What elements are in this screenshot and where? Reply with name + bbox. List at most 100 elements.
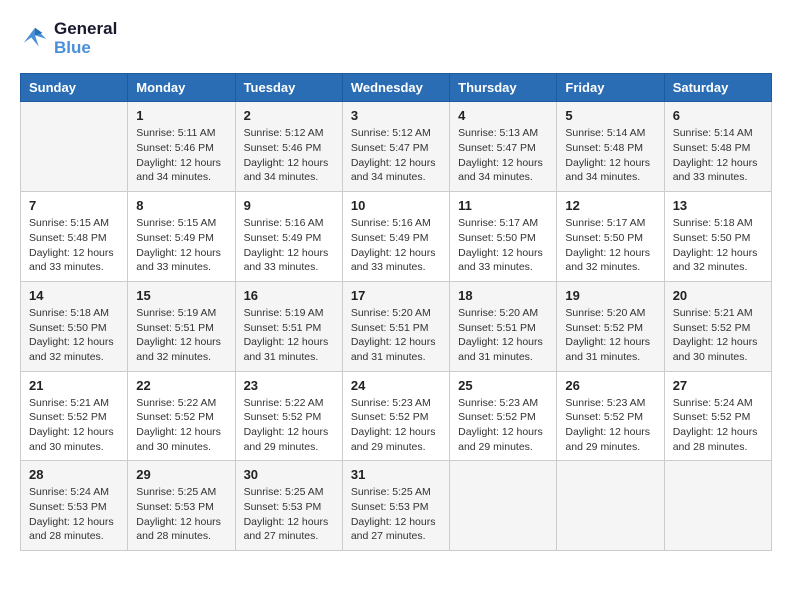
day-info: Sunrise: 5:22 AMSunset: 5:52 PMDaylight:… bbox=[244, 396, 334, 455]
col-header-tuesday: Tuesday bbox=[235, 74, 342, 102]
calendar-cell: 29Sunrise: 5:25 AMSunset: 5:53 PMDayligh… bbox=[128, 461, 235, 551]
calendar-cell: 21 Sunrise: 5:21 AMSunset: 5:52 PMDayligh… bbox=[21, 371, 128, 461]
day-info: Sunrise: 5:21 AMSunset: 5:52 PMDaylight:… bbox=[673, 306, 763, 365]
calendar-cell: 11Sunrise: 5:17 AMSunset: 5:50 PMDayligh… bbox=[450, 192, 557, 282]
day-number: 25 bbox=[458, 378, 548, 393]
calendar-cell: 15 Sunrise: 5:19 AMSunset: 5:51 PMDayligh… bbox=[128, 281, 235, 371]
day-number: 26 bbox=[565, 378, 655, 393]
col-header-saturday: Saturday bbox=[664, 74, 771, 102]
day-number: 17 bbox=[351, 288, 441, 303]
calendar-cell: 14Sunrise: 5:18 AMSunset: 5:50 PMDayligh… bbox=[21, 281, 128, 371]
calendar-cell: 25 Sunrise: 5:23 AMSunset: 5:52 PMDayligh… bbox=[450, 371, 557, 461]
calendar-cell: 10 Sunrise: 5:16 AMSunset: 5:49 PMDayligh… bbox=[342, 192, 449, 282]
day-info: Sunrise: 5:18 AMSunset: 5:50 PMDaylight:… bbox=[673, 216, 763, 275]
day-info: Sunrise: 5:19 AMSunset: 5:51 PMDaylight:… bbox=[136, 306, 226, 365]
calendar-cell: 7 Sunrise: 5:15 AMSunset: 5:48 PMDaylight… bbox=[21, 192, 128, 282]
day-number: 21 bbox=[29, 378, 119, 393]
day-number: 16 bbox=[244, 288, 334, 303]
day-number: 15 bbox=[136, 288, 226, 303]
calendar-body: 1 Sunrise: 5:11 AMSunset: 5:46 PMDaylight… bbox=[21, 102, 772, 551]
calendar-cell bbox=[21, 102, 128, 192]
day-info: Sunrise: 5:19 AMSunset: 5:51 PMDaylight:… bbox=[244, 306, 334, 365]
col-header-friday: Friday bbox=[557, 74, 664, 102]
col-header-thursday: Thursday bbox=[450, 74, 557, 102]
day-info: Sunrise: 5:25 AMSunset: 5:53 PMDaylight:… bbox=[351, 485, 441, 544]
day-number: 5 bbox=[565, 108, 655, 123]
day-info: Sunrise: 5:15 AMSunset: 5:49 PMDaylight:… bbox=[136, 216, 226, 275]
day-info: Sunrise: 5:24 AMSunset: 5:52 PMDaylight:… bbox=[673, 396, 763, 455]
day-info: Sunrise: 5:14 AMSunset: 5:48 PMDaylight:… bbox=[673, 126, 763, 185]
day-info: Sunrise: 5:12 AMSunset: 5:46 PMDaylight:… bbox=[244, 126, 334, 185]
day-info: Sunrise: 5:17 AMSunset: 5:50 PMDaylight:… bbox=[565, 216, 655, 275]
day-number: 9 bbox=[244, 198, 334, 213]
day-info: Sunrise: 5:25 AMSunset: 5:53 PMDaylight:… bbox=[136, 485, 226, 544]
calendar-cell: 24 Sunrise: 5:23 AMSunset: 5:52 PMDayligh… bbox=[342, 371, 449, 461]
day-info: Sunrise: 5:16 AMSunset: 5:49 PMDaylight:… bbox=[244, 216, 334, 275]
day-info: Sunrise: 5:25 AMSunset: 5:53 PMDaylight:… bbox=[244, 485, 334, 544]
calendar-cell: 19Sunrise: 5:20 AMSunset: 5:52 PMDayligh… bbox=[557, 281, 664, 371]
logo-text: General Blue bbox=[54, 20, 117, 57]
calendar-cell: 13 Sunrise: 5:18 AMSunset: 5:50 PMDayligh… bbox=[664, 192, 771, 282]
day-info: Sunrise: 5:18 AMSunset: 5:50 PMDaylight:… bbox=[29, 306, 119, 365]
day-info: Sunrise: 5:13 AMSunset: 5:47 PMDaylight:… bbox=[458, 126, 548, 185]
calendar-cell: 17 Sunrise: 5:20 AMSunset: 5:51 PMDayligh… bbox=[342, 281, 449, 371]
calendar-cell: 30 Sunrise: 5:25 AMSunset: 5:53 PMDayligh… bbox=[235, 461, 342, 551]
day-number: 18 bbox=[458, 288, 548, 303]
calendar-cell: 31Sunrise: 5:25 AMSunset: 5:53 PMDayligh… bbox=[342, 461, 449, 551]
calendar-cell bbox=[450, 461, 557, 551]
day-number: 7 bbox=[29, 198, 119, 213]
day-number: 2 bbox=[244, 108, 334, 123]
calendar-cell: 4Sunrise: 5:13 AMSunset: 5:47 PMDaylight… bbox=[450, 102, 557, 192]
day-number: 10 bbox=[351, 198, 441, 213]
day-number: 1 bbox=[136, 108, 226, 123]
day-info: Sunrise: 5:23 AMSunset: 5:52 PMDaylight:… bbox=[458, 396, 548, 455]
calendar-cell: 9 Sunrise: 5:16 AMSunset: 5:49 PMDaylight… bbox=[235, 192, 342, 282]
day-info: Sunrise: 5:15 AMSunset: 5:48 PMDaylight:… bbox=[29, 216, 119, 275]
day-number: 20 bbox=[673, 288, 763, 303]
col-header-monday: Monday bbox=[128, 74, 235, 102]
calendar-cell: 28Sunrise: 5:24 AMSunset: 5:53 PMDayligh… bbox=[21, 461, 128, 551]
calendar-cell: 3 Sunrise: 5:12 AMSunset: 5:47 PMDaylight… bbox=[342, 102, 449, 192]
calendar-cell: 22Sunrise: 5:22 AMSunset: 5:52 PMDayligh… bbox=[128, 371, 235, 461]
calendar-cell: 27Sunrise: 5:24 AMSunset: 5:52 PMDayligh… bbox=[664, 371, 771, 461]
calendar-cell: 23Sunrise: 5:22 AMSunset: 5:52 PMDayligh… bbox=[235, 371, 342, 461]
day-info: Sunrise: 5:22 AMSunset: 5:52 PMDaylight:… bbox=[136, 396, 226, 455]
calendar-cell: 18 Sunrise: 5:20 AMSunset: 5:51 PMDayligh… bbox=[450, 281, 557, 371]
logo-icon bbox=[20, 24, 50, 54]
logo: General Blue bbox=[20, 20, 117, 57]
day-number: 13 bbox=[673, 198, 763, 213]
calendar-cell: 2 Sunrise: 5:12 AMSunset: 5:46 PMDaylight… bbox=[235, 102, 342, 192]
day-number: 6 bbox=[673, 108, 763, 123]
day-number: 24 bbox=[351, 378, 441, 393]
day-info: Sunrise: 5:20 AMSunset: 5:51 PMDaylight:… bbox=[351, 306, 441, 365]
day-info: Sunrise: 5:14 AMSunset: 5:48 PMDaylight:… bbox=[565, 126, 655, 185]
col-header-sunday: Sunday bbox=[21, 74, 128, 102]
col-header-wednesday: Wednesday bbox=[342, 74, 449, 102]
calendar-cell: 6 Sunrise: 5:14 AMSunset: 5:48 PMDaylight… bbox=[664, 102, 771, 192]
day-info: Sunrise: 5:20 AMSunset: 5:51 PMDaylight:… bbox=[458, 306, 548, 365]
week-row-1: 1 Sunrise: 5:11 AMSunset: 5:46 PMDaylight… bbox=[21, 102, 772, 192]
day-info: Sunrise: 5:11 AMSunset: 5:46 PMDaylight:… bbox=[136, 126, 226, 185]
week-row-2: 7 Sunrise: 5:15 AMSunset: 5:48 PMDaylight… bbox=[21, 192, 772, 282]
week-row-3: 14Sunrise: 5:18 AMSunset: 5:50 PMDayligh… bbox=[21, 281, 772, 371]
day-info: Sunrise: 5:12 AMSunset: 5:47 PMDaylight:… bbox=[351, 126, 441, 185]
header: General Blue bbox=[20, 20, 772, 57]
calendar-header: SundayMondayTuesdayWednesdayThursdayFrid… bbox=[21, 74, 772, 102]
day-info: Sunrise: 5:20 AMSunset: 5:52 PMDaylight:… bbox=[565, 306, 655, 365]
calendar-table: SundayMondayTuesdayWednesdayThursdayFrid… bbox=[20, 73, 772, 551]
calendar-cell: 20 Sunrise: 5:21 AMSunset: 5:52 PMDayligh… bbox=[664, 281, 771, 371]
day-info: Sunrise: 5:16 AMSunset: 5:49 PMDaylight:… bbox=[351, 216, 441, 275]
calendar-cell: 12Sunrise: 5:17 AMSunset: 5:50 PMDayligh… bbox=[557, 192, 664, 282]
day-info: Sunrise: 5:23 AMSunset: 5:52 PMDaylight:… bbox=[565, 396, 655, 455]
day-number: 8 bbox=[136, 198, 226, 213]
day-info: Sunrise: 5:23 AMSunset: 5:52 PMDaylight:… bbox=[351, 396, 441, 455]
day-info: Sunrise: 5:21 AMSunset: 5:52 PMDaylight:… bbox=[29, 396, 119, 455]
day-number: 11 bbox=[458, 198, 548, 213]
calendar-cell: 16 Sunrise: 5:19 AMSunset: 5:51 PMDayligh… bbox=[235, 281, 342, 371]
day-info: Sunrise: 5:24 AMSunset: 5:53 PMDaylight:… bbox=[29, 485, 119, 544]
calendar-header-row: SundayMondayTuesdayWednesdayThursdayFrid… bbox=[21, 74, 772, 102]
day-number: 30 bbox=[244, 467, 334, 482]
week-row-4: 21 Sunrise: 5:21 AMSunset: 5:52 PMDayligh… bbox=[21, 371, 772, 461]
calendar-cell bbox=[664, 461, 771, 551]
day-number: 3 bbox=[351, 108, 441, 123]
